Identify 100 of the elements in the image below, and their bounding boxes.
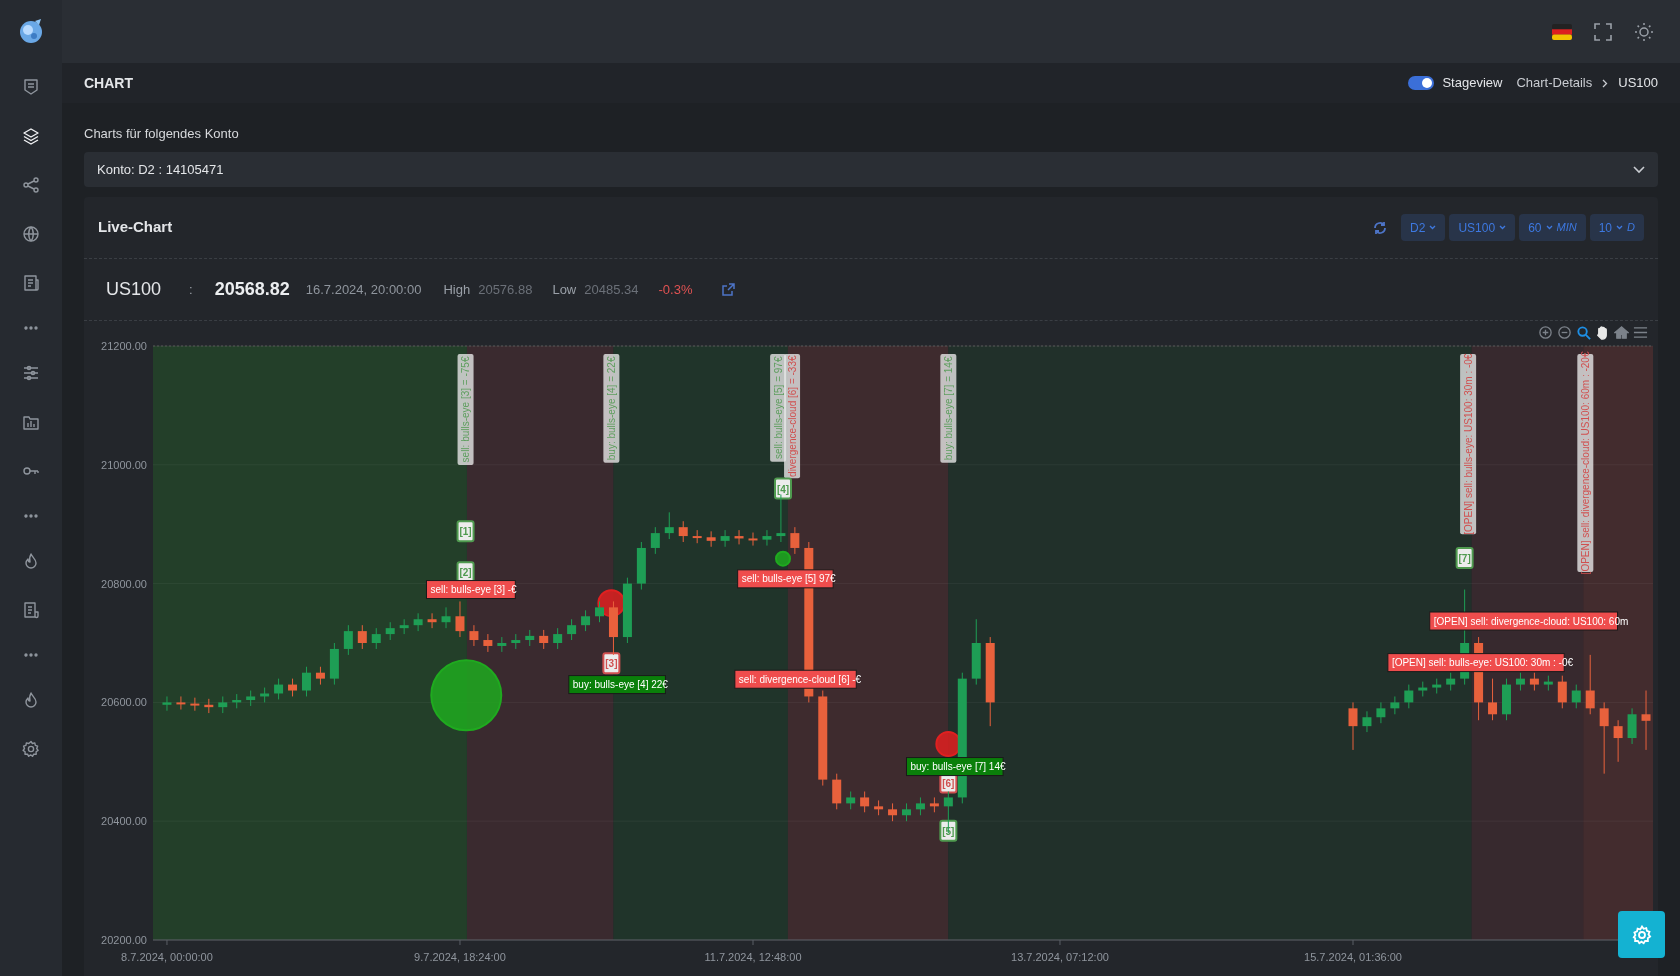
candle — [232, 693, 242, 709]
dropdown-button[interactable]: 10 D — [1589, 214, 1644, 241]
refresh-icon[interactable] — [1373, 220, 1388, 235]
card-title: Live-Chart — [98, 217, 173, 238]
hand-icon[interactable] — [1595, 325, 1610, 340]
marker-tag: [4] — [774, 477, 792, 500]
sliders-icon[interactable] — [22, 363, 40, 382]
candle — [204, 698, 214, 714]
candle — [260, 687, 270, 703]
layers-icon[interactable] — [22, 126, 40, 145]
candle — [1613, 719, 1623, 763]
candle — [1529, 672, 1539, 691]
marker-tag: [3] — [602, 652, 621, 675]
timestamp: 16.7.2024, 20:00:00 — [305, 280, 422, 299]
shield-icon[interactable] — [22, 77, 40, 96]
candle — [274, 678, 284, 700]
menu-icon[interactable] — [1633, 325, 1648, 340]
candle — [1362, 710, 1372, 733]
vertical-signal-label: divergence-cloud [6] = -33€ — [784, 354, 801, 479]
logo-icon[interactable] — [17, 17, 45, 45]
axis-label: 20400.00 — [101, 815, 147, 828]
axis-label: 8.7.2024, 00:00:00 — [121, 951, 213, 963]
candle — [218, 695, 228, 714]
candle — [790, 526, 800, 555]
dropdown-button[interactable]: D2 — [1401, 214, 1446, 241]
symbol-label: US100 — [106, 278, 162, 301]
candle — [1515, 672, 1525, 691]
candle — [832, 773, 842, 810]
dropdown-button[interactable]: US100 — [1449, 214, 1516, 241]
candle — [1502, 678, 1511, 721]
candle — [664, 511, 674, 540]
candle — [497, 636, 507, 653]
price-value: 20568.82 — [214, 278, 290, 301]
axis-label: 21200.00 — [101, 340, 147, 352]
candle — [511, 633, 521, 650]
trade-label: buy: bulls-eye [7] 14€ — [906, 757, 1006, 777]
candle — [846, 791, 856, 810]
candle — [902, 802, 911, 822]
candle — [734, 529, 744, 545]
caret-icon — [1499, 225, 1507, 230]
candle — [246, 690, 256, 707]
search-icon[interactable] — [1576, 325, 1591, 340]
external-link-icon[interactable] — [722, 283, 736, 296]
candle — [162, 695, 172, 712]
candle — [315, 666, 325, 686]
account-select[interactable]: Konto: D2 : 14105471 — [84, 152, 1658, 187]
marker-tag: [5] — [939, 819, 958, 842]
candle — [1571, 684, 1581, 709]
newspaper-icon[interactable] — [22, 273, 40, 292]
candle — [553, 627, 563, 650]
candle — [650, 526, 660, 555]
candle — [302, 666, 311, 697]
trade-label: buy: bulls-eye [4] 22€ — [568, 675, 668, 695]
settings-icon[interactable] — [22, 739, 40, 758]
candle — [678, 520, 688, 543]
candle — [622, 577, 632, 644]
candle — [1585, 654, 1595, 715]
candle — [1627, 707, 1637, 745]
toggle-label: Stageview — [1442, 74, 1503, 93]
candle — [343, 624, 353, 656]
globe-icon[interactable] — [22, 224, 40, 243]
candle — [692, 529, 702, 544]
candle — [190, 697, 200, 712]
fullscreen-icon[interactable] — [1594, 22, 1612, 41]
candle — [441, 606, 451, 629]
marker-tag: [7] — [1455, 547, 1474, 570]
candle — [525, 629, 535, 647]
caret-icon — [1616, 225, 1624, 230]
field-label: Charts für folgendes Konto — [84, 125, 240, 143]
axis-label: 20200.00 — [101, 934, 147, 946]
vertical-signal-label: buy: bulls-eye [7] = 14€ — [940, 354, 957, 463]
low-value: 20485.34 — [584, 280, 639, 299]
candle — [413, 612, 423, 632]
share-icon[interactable] — [22, 175, 40, 194]
candle — [483, 633, 493, 653]
flag-icon[interactable] — [1552, 23, 1572, 40]
chevron-right-icon — [1602, 78, 1609, 88]
marker-tag: [1] — [456, 520, 475, 543]
candle — [1488, 678, 1498, 721]
page-title: CHART — [84, 73, 133, 93]
stageview-toggle[interactable] — [1408, 76, 1435, 90]
flame-icon[interactable] — [22, 690, 40, 709]
caret-icon — [1429, 225, 1437, 230]
flame-icon[interactable] — [22, 551, 40, 570]
zoom-out-icon[interactable] — [1557, 325, 1572, 340]
receipt-icon[interactable] — [22, 600, 40, 619]
axis-label: 21000.00 — [101, 458, 147, 471]
dropdown-button[interactable]: 60 MIN — [1519, 214, 1586, 241]
candle — [385, 621, 395, 641]
candle — [455, 600, 465, 638]
home-icon[interactable] — [1614, 325, 1629, 340]
breadcrumb-link[interactable]: Chart-Details — [1516, 73, 1593, 93]
separator-text: : — [189, 280, 193, 299]
candle — [329, 642, 339, 686]
zoom-in-icon[interactable] — [1538, 325, 1553, 340]
vertical-signal-label: buy: bulls-eye [4] = 22€ — [603, 354, 620, 463]
sun-icon[interactable] — [1634, 21, 1654, 42]
candle — [427, 612, 437, 629]
candle — [581, 609, 591, 632]
change-value: -0.3% — [658, 280, 693, 299]
